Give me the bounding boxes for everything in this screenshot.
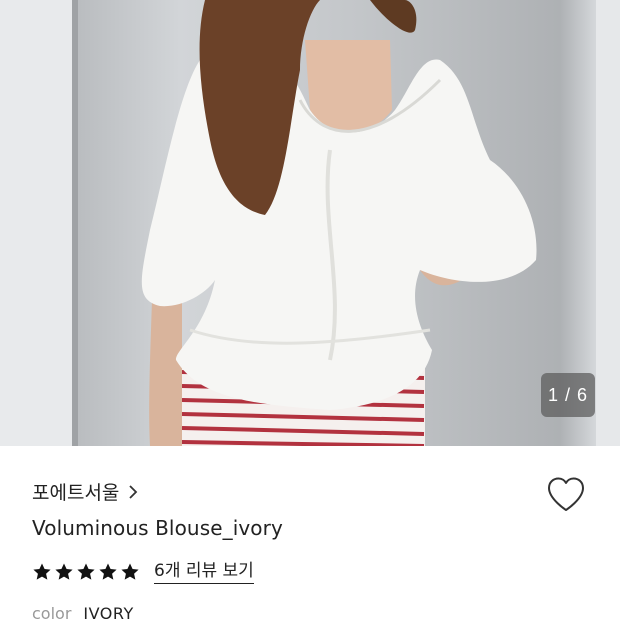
rating-row: 6개 리뷰 보기	[32, 560, 254, 584]
product-image[interactable]: 1 / 6	[0, 0, 620, 446]
wishlist-button[interactable]	[546, 476, 586, 514]
star-icon	[76, 562, 96, 582]
brand-link[interactable]: 포에트서울	[32, 478, 139, 505]
color-label: color	[32, 604, 72, 620]
star-rating	[32, 562, 140, 582]
brand-name: 포에트서울	[32, 482, 120, 504]
color-value: IVORY	[83, 604, 134, 620]
image-counter: 1 / 6	[541, 373, 595, 417]
product-photo	[0, 0, 620, 446]
star-icon	[32, 562, 52, 582]
color-option: color IVORY	[32, 604, 134, 620]
heart-icon	[546, 477, 586, 518]
star-icon	[54, 562, 74, 582]
product-title: Voluminous Blouse_ivory	[32, 516, 283, 540]
star-icon	[120, 562, 140, 582]
star-icon	[98, 562, 118, 582]
reviews-link[interactable]: 6개 리뷰 보기	[154, 560, 254, 584]
chevron-right-icon	[127, 484, 139, 499]
